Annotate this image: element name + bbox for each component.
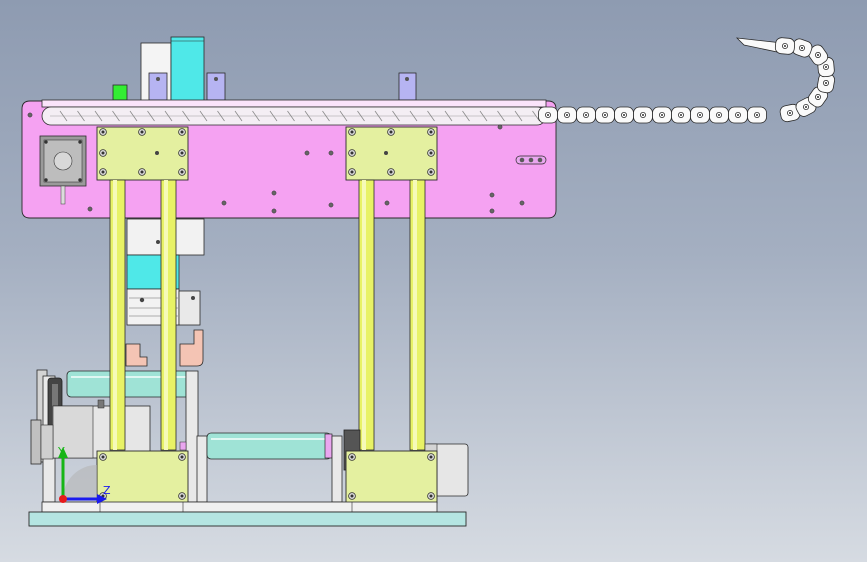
screw	[99, 453, 107, 461]
screw	[348, 492, 356, 500]
plate-hole	[497, 124, 503, 130]
chain-link	[709, 106, 729, 124]
plate-hole	[87, 206, 93, 212]
screw	[178, 128, 186, 136]
guide-rod	[358, 179, 375, 451]
screw	[387, 168, 395, 176]
y-axis-label: Y	[57, 445, 65, 458]
plate-hole	[328, 202, 334, 208]
roller-lower	[206, 432, 332, 460]
plate-hole	[328, 150, 334, 156]
screw	[138, 168, 146, 176]
x-axis-dot	[59, 495, 67, 503]
guide-rod	[109, 179, 126, 451]
salmon-gripper	[179, 329, 204, 367]
chain-link	[538, 106, 558, 124]
linear-rail	[41, 99, 547, 108]
plate-hole	[489, 192, 495, 198]
chain-link	[690, 106, 710, 124]
screw	[99, 149, 107, 157]
chain-link	[595, 106, 615, 124]
screw	[427, 453, 435, 461]
cad-viewport[interactable]: Y Z	[0, 0, 867, 562]
base-plate-group	[28, 501, 467, 527]
guide-rod	[409, 179, 426, 451]
screw	[427, 492, 435, 500]
cable-chain	[538, 37, 835, 124]
screw	[178, 168, 186, 176]
screw	[427, 149, 435, 157]
plate-hole	[27, 112, 33, 118]
screw	[178, 453, 186, 461]
plate-hole	[489, 208, 495, 214]
screw	[387, 128, 395, 136]
lower-mount-block-left	[96, 450, 189, 504]
plate-hole	[304, 150, 310, 156]
plate-hole	[519, 200, 525, 206]
center-hole	[155, 151, 159, 155]
chain-link	[652, 106, 672, 124]
chain-link	[557, 106, 577, 124]
chain-link	[671, 106, 691, 124]
screw	[427, 168, 435, 176]
lower-mount-block-right	[345, 450, 438, 504]
guide-rod	[160, 179, 177, 451]
chain-link	[774, 37, 796, 55]
z-axis-label: Z	[103, 484, 111, 497]
center-hole	[384, 151, 388, 155]
screw	[178, 149, 186, 157]
chain-link	[614, 106, 634, 124]
base-plate	[28, 511, 467, 527]
screw	[348, 453, 356, 461]
plate-hole	[271, 208, 277, 214]
screw	[348, 149, 356, 157]
lavender-tab	[398, 72, 417, 101]
screw	[348, 128, 356, 136]
green-indicator	[112, 84, 128, 101]
chain-link	[747, 106, 767, 124]
chain-link	[576, 106, 596, 124]
screw	[99, 128, 107, 136]
chain-link	[633, 106, 653, 124]
top-components	[112, 36, 417, 102]
cyan-actuator-block	[170, 36, 205, 102]
screw	[99, 168, 107, 176]
base-rail	[41, 501, 438, 513]
assembly-drawing: Y Z	[21, 36, 835, 527]
screw	[427, 128, 435, 136]
salmon-gripper	[125, 343, 148, 367]
chain-link	[728, 106, 748, 124]
slot-indicator	[515, 155, 547, 165]
screw	[178, 492, 186, 500]
screw	[138, 128, 146, 136]
screw	[348, 168, 356, 176]
plate-hole	[271, 190, 277, 196]
plate-hole	[384, 200, 390, 206]
plate-hole	[221, 200, 227, 206]
